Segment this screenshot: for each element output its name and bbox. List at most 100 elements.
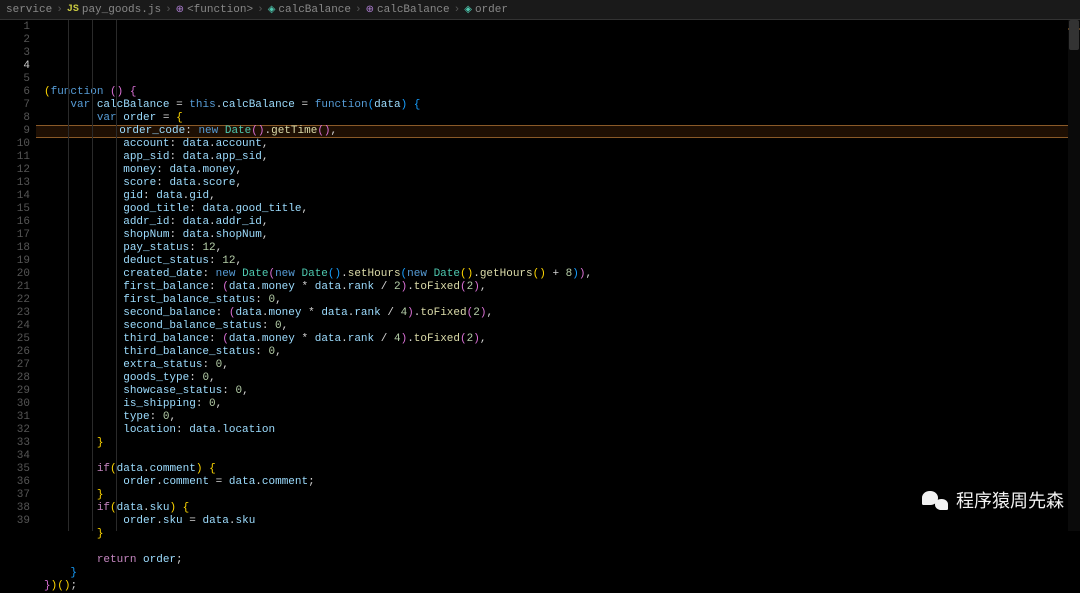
line-number[interactable]: 39 (0, 515, 30, 528)
line-number[interactable]: 24 (0, 320, 30, 333)
line-number[interactable]: 11 (0, 151, 30, 164)
line-number[interactable]: 5 (0, 73, 30, 86)
line-number[interactable]: 16 (0, 216, 30, 229)
code-line[interactable]: deduct_status: 12, (40, 255, 1080, 268)
line-number-gutter[interactable]: 1234567891011121314151617181920212223242… (0, 20, 40, 531)
code-line[interactable]: first_balance: (data.money * data.rank /… (40, 281, 1080, 294)
code-line[interactable]: } (40, 528, 1080, 541)
breadcrumb-item-calcbalance-fn[interactable]: ⊕ calcBalance (366, 4, 450, 16)
javascript-icon: JS (67, 4, 79, 15)
line-number[interactable]: 26 (0, 346, 30, 359)
code-line[interactable]: var calcBalance = this.calcBalance = fun… (40, 99, 1080, 112)
code-line[interactable]: order.sku = data.sku (40, 515, 1080, 528)
code-line[interactable]: type: 0, (40, 411, 1080, 424)
code-line[interactable] (40, 541, 1080, 554)
code-line[interactable] (40, 450, 1080, 463)
line-number[interactable]: 22 (0, 294, 30, 307)
breadcrumb-item-function[interactable]: ⊕ <function> (176, 4, 253, 16)
line-number[interactable]: 9 (0, 125, 30, 138)
code-line[interactable]: gid: data.gid, (40, 190, 1080, 203)
breadcrumb[interactable]: service › JS pay_goods.js › ⊕ <function>… (0, 0, 1080, 20)
line-number[interactable]: 37 (0, 489, 30, 502)
chevron-right-icon: › (355, 4, 362, 16)
code-content[interactable]: (function () { var calcBalance = this.ca… (40, 20, 1080, 531)
function-icon: ⊕ (366, 4, 374, 16)
field-icon: ◈ (268, 4, 276, 16)
line-number[interactable]: 15 (0, 203, 30, 216)
code-line[interactable]: money: data.money, (40, 164, 1080, 177)
code-line[interactable]: second_balance_status: 0, (40, 320, 1080, 333)
code-line[interactable]: good_title: data.good_title, (40, 203, 1080, 216)
line-number[interactable]: 21 (0, 281, 30, 294)
line-number[interactable]: 6 (0, 86, 30, 99)
code-line[interactable]: first_balance_status: 0, (40, 294, 1080, 307)
code-line[interactable]: } (40, 567, 1080, 580)
chevron-right-icon: › (257, 4, 264, 16)
line-number[interactable]: 31 (0, 411, 30, 424)
breadcrumb-item-order[interactable]: ◈ order (464, 4, 508, 16)
line-number[interactable]: 18 (0, 242, 30, 255)
code-line[interactable]: if(data.comment) { (40, 463, 1080, 476)
line-number[interactable]: 1 (0, 21, 30, 34)
line-number[interactable]: 13 (0, 177, 30, 190)
code-line[interactable]: location: data.location (40, 424, 1080, 437)
chevron-right-icon: › (56, 4, 63, 16)
line-number[interactable]: 10 (0, 138, 30, 151)
line-number[interactable]: 29 (0, 385, 30, 398)
line-number[interactable]: 17 (0, 229, 30, 242)
line-number[interactable]: 3 (0, 47, 30, 60)
code-line[interactable]: third_balance_status: 0, (40, 346, 1080, 359)
line-number[interactable]: 36 (0, 476, 30, 489)
line-number[interactable]: 2 (0, 34, 30, 47)
code-line[interactable]: } (40, 437, 1080, 450)
line-number[interactable]: 7 (0, 99, 30, 112)
line-number[interactable]: 38 (0, 502, 30, 515)
code-line[interactable]: var order = { (40, 112, 1080, 125)
breadcrumb-item-file[interactable]: JS pay_goods.js (67, 4, 161, 16)
function-icon: ⊕ (176, 4, 184, 16)
line-number[interactable]: 32 (0, 424, 30, 437)
vertical-scrollbar[interactable] (1068, 20, 1080, 531)
line-number[interactable]: 27 (0, 359, 30, 372)
chevron-right-icon: › (454, 4, 461, 16)
code-line[interactable]: })(); (40, 580, 1080, 593)
watermark: 程序猿周先森 (922, 487, 1064, 513)
breadcrumb-item-service[interactable]: service (6, 4, 52, 16)
line-number[interactable]: 30 (0, 398, 30, 411)
line-number[interactable]: 4 (0, 60, 30, 73)
wechat-icon (922, 489, 948, 511)
line-number[interactable]: 33 (0, 437, 30, 450)
code-line[interactable]: is_shipping: 0, (40, 398, 1080, 411)
breadcrumb-item-calcbalance-prop[interactable]: ◈ calcBalance (268, 4, 351, 16)
code-line[interactable]: second_balance: (data.money * data.rank … (40, 307, 1080, 320)
code-line[interactable]: order_code: new Date().getTime(), (36, 125, 1080, 138)
line-number[interactable]: 14 (0, 190, 30, 203)
code-line[interactable]: third_balance: (data.money * data.rank /… (40, 333, 1080, 346)
line-number[interactable]: 25 (0, 333, 30, 346)
code-line[interactable]: created_date: new Date(new Date().setHou… (40, 268, 1080, 281)
code-line[interactable]: score: data.score, (40, 177, 1080, 190)
code-line[interactable]: (function () { (40, 86, 1080, 99)
line-number[interactable]: 34 (0, 450, 30, 463)
watermark-text: 程序猿周先森 (956, 487, 1064, 513)
line-number[interactable]: 35 (0, 463, 30, 476)
code-line[interactable]: pay_status: 12, (40, 242, 1080, 255)
code-line[interactable]: account: data.account, (40, 138, 1080, 151)
field-icon: ◈ (464, 4, 472, 16)
code-editor[interactable]: 1234567891011121314151617181920212223242… (0, 20, 1080, 531)
line-number[interactable]: 19 (0, 255, 30, 268)
line-number[interactable]: 12 (0, 164, 30, 177)
code-line[interactable]: showcase_status: 0, (40, 385, 1080, 398)
code-line[interactable]: goods_type: 0, (40, 372, 1080, 385)
scrollbar-thumb[interactable] (1069, 20, 1079, 50)
code-line[interactable]: addr_id: data.addr_id, (40, 216, 1080, 229)
code-line[interactable]: return order; (40, 554, 1080, 567)
line-number[interactable]: 23 (0, 307, 30, 320)
line-number[interactable]: 20 (0, 268, 30, 281)
code-line[interactable]: extra_status: 0, (40, 359, 1080, 372)
code-line[interactable]: app_sid: data.app_sid, (40, 151, 1080, 164)
code-line[interactable]: shopNum: data.shopNum, (40, 229, 1080, 242)
line-number[interactable]: 28 (0, 372, 30, 385)
line-number[interactable]: 8 (0, 112, 30, 125)
chevron-right-icon: › (165, 4, 172, 16)
